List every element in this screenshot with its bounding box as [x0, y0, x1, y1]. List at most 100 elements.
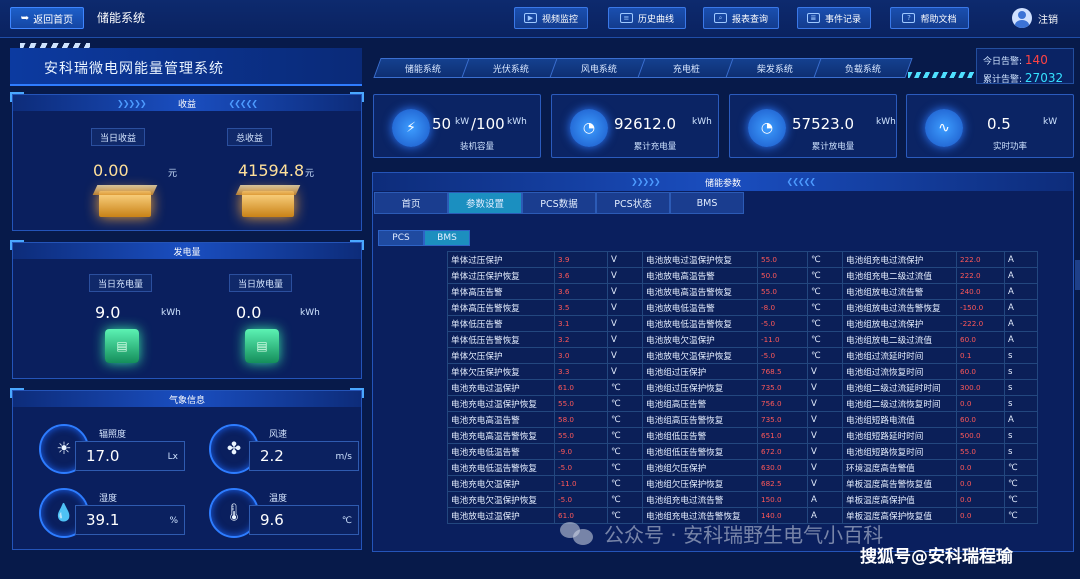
tab-home[interactable]: 首页: [374, 192, 448, 214]
tab-storage-system[interactable]: 储能系统: [373, 58, 473, 78]
param-value[interactable]: 61.0: [554, 379, 608, 396]
battery-charge-icon: ▤: [105, 329, 139, 363]
param-unit: A: [807, 491, 843, 508]
logout-button[interactable]: 注销: [1012, 8, 1058, 28]
param-value[interactable]: 3.6: [554, 283, 608, 300]
param-value[interactable]: 500.0: [956, 427, 1005, 444]
param-unit: A: [1004, 299, 1038, 316]
video-icon: ▶: [523, 13, 537, 23]
param-unit: ℃: [1004, 475, 1038, 492]
param-value[interactable]: 0.0: [956, 491, 1005, 508]
humidity-field: 39.1 %: [75, 505, 185, 535]
tab-pcs-data[interactable]: PCS数据: [522, 192, 596, 214]
param-name: 电池组高压告警: [642, 395, 758, 412]
param-value[interactable]: 150.0: [757, 491, 808, 508]
param-value[interactable]: 55.0: [956, 443, 1005, 460]
help-doc-button[interactable]: ? 帮助文档: [890, 7, 969, 29]
param-value[interactable]: 50.0: [757, 267, 808, 284]
param-unit: ℃: [1004, 491, 1038, 508]
param-value[interactable]: 55.0: [554, 395, 608, 412]
param-value[interactable]: -5.0: [757, 347, 808, 364]
param-value[interactable]: 651.0: [757, 427, 808, 444]
param-value[interactable]: -9.0: [554, 443, 608, 460]
param-value[interactable]: 672.0: [757, 443, 808, 460]
param-value[interactable]: 60.0: [956, 331, 1005, 348]
back-home-button[interactable]: ➥ 返回首页: [10, 7, 84, 29]
param-unit: ℃: [607, 411, 643, 428]
param-unit: V: [807, 443, 843, 460]
tab-param-settings[interactable]: 参数设置: [448, 192, 522, 214]
param-value[interactable]: 682.5: [757, 475, 808, 492]
param-value[interactable]: 3.0: [554, 347, 608, 364]
param-value[interactable]: 55.0: [554, 427, 608, 444]
param-name: 单体欠压保护: [447, 347, 555, 364]
event-record-button[interactable]: ≣ 事件记录: [797, 7, 871, 29]
tab-wind-system[interactable]: 风电系统: [549, 58, 649, 78]
param-value[interactable]: 3.1: [554, 315, 608, 332]
param-value[interactable]: 222.0: [956, 251, 1005, 268]
param-value[interactable]: 0.0: [956, 395, 1005, 412]
param-value[interactable]: 60.0: [956, 411, 1005, 428]
param-value[interactable]: -5.0: [554, 459, 608, 476]
history-curve-button[interactable]: ≡ 历史曲线: [608, 7, 686, 29]
param-unit: ℃: [807, 267, 843, 284]
table-row: 单体过压保护 3.9 V 电池放电过温保护恢复 55.0 ℃ 电池组充电过流保护 222.0 A: [447, 251, 1038, 268]
income-panel: ❯❯❯❯❯ 收益 ❮❮❮❮❮ 当日收益 总收益 0.00 元 41594.8 元: [10, 92, 364, 231]
video-monitor-button[interactable]: ▶ 视频监控: [514, 7, 588, 29]
param-name: 电池组放电过流告警: [842, 283, 957, 300]
param-value[interactable]: -150.0: [956, 299, 1005, 316]
param-name: 电池组过流延时时间: [842, 347, 957, 364]
param-value[interactable]: -8.0: [757, 299, 808, 316]
report-query-button[interactable]: ⌕ 报表查询: [703, 7, 779, 29]
param-value[interactable]: 3.2: [554, 331, 608, 348]
param-value[interactable]: 756.0: [757, 395, 808, 412]
subtab-pcs[interactable]: PCS: [378, 230, 424, 246]
param-value[interactable]: 55.0: [757, 283, 808, 300]
income-title: 收益: [177, 99, 196, 110]
param-value[interactable]: 735.0: [757, 379, 808, 396]
param-value[interactable]: 3.9: [554, 251, 608, 268]
energy-panel: 发电量 当日充电量 当日放电量 9.0 kWh 0.0 kWh ▤ ▤: [10, 240, 364, 379]
scrollbar-handle[interactable]: [1075, 260, 1080, 290]
param-value[interactable]: 3.3: [554, 363, 608, 380]
param-unit: s: [1004, 379, 1038, 396]
param-value[interactable]: 0.0: [956, 475, 1005, 492]
today-income-label: 当日收益: [91, 128, 146, 146]
gold-coin-icon: [242, 191, 294, 217]
param-value[interactable]: 735.0: [757, 411, 808, 428]
param-value[interactable]: -11.0: [757, 331, 808, 348]
param-value[interactable]: 300.0: [956, 379, 1005, 396]
param-name: 电池充电过温保护恢复: [447, 395, 555, 412]
param-unit: ℃: [607, 395, 643, 412]
param-value[interactable]: -5.0: [757, 315, 808, 332]
table-row: 电池充电低温告警 -9.0 ℃ 电池组低压告警恢复 672.0 V 电池组短路恢复时间 55.…: [447, 443, 1038, 460]
param-value[interactable]: 0.0: [956, 507, 1005, 524]
tab-load-system[interactable]: 负载系统: [813, 58, 913, 78]
param-value[interactable]: 222.0: [956, 267, 1005, 284]
param-value[interactable]: -11.0: [554, 475, 608, 492]
param-value[interactable]: 0.1: [956, 347, 1005, 364]
param-value[interactable]: 240.0: [956, 283, 1005, 300]
table-row: 单体过压保护恢复 3.6 V 电池放电高温告警 50.0 ℃ 电池组充电二级过流值 222.0…: [447, 267, 1038, 284]
subtab-bms[interactable]: BMS: [424, 230, 470, 246]
help-icon: ?: [902, 13, 916, 23]
param-value[interactable]: 60.0: [956, 363, 1005, 380]
param-unit: ℃: [807, 299, 843, 316]
param-value[interactable]: 3.5: [554, 299, 608, 316]
battery-discharge-icon: ▤: [245, 329, 279, 363]
table-row: 单体高压告警 3.6 V 电池放电高温告警恢复 55.0 ℃ 电池组放电过流告警 240.0 A: [447, 283, 1038, 300]
tab-pcs-status[interactable]: PCS状态: [596, 192, 670, 214]
param-value[interactable]: 0.0: [956, 459, 1005, 476]
param-value[interactable]: 58.0: [554, 411, 608, 428]
param-value[interactable]: 768.5: [757, 363, 808, 380]
tab-pv-system[interactable]: 光伏系统: [461, 58, 561, 78]
param-name: 环境温度高告警值: [842, 459, 957, 476]
param-value[interactable]: 630.0: [757, 459, 808, 476]
param-value[interactable]: 55.0: [757, 251, 808, 268]
tab-diesel-system[interactable]: 柴发系统: [725, 58, 825, 78]
tab-bms[interactable]: BMS: [670, 192, 744, 214]
param-value[interactable]: -5.0: [554, 491, 608, 508]
tab-charging-pile[interactable]: 充电桩: [637, 58, 737, 78]
param-value[interactable]: -222.0: [956, 315, 1005, 332]
param-value[interactable]: 3.6: [554, 267, 608, 284]
